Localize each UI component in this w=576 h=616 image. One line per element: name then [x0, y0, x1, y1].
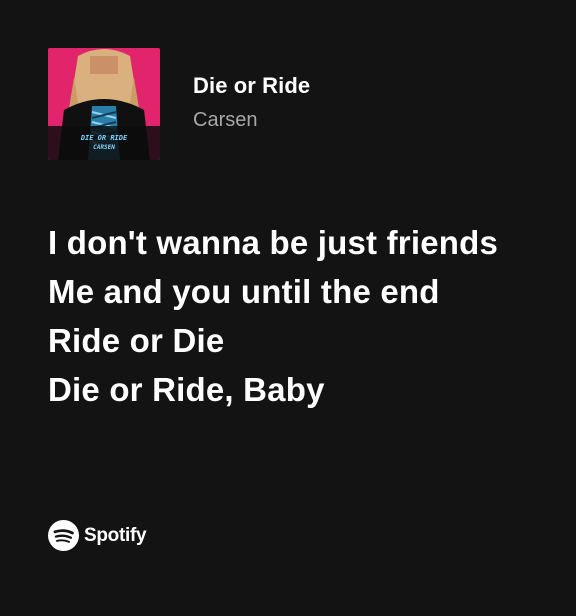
album-cover[interactable]: DIE OR RIDE CARSEN	[48, 48, 160, 160]
lyric-line: I don't wanna be just friends	[48, 224, 499, 261]
spotify-logo-icon	[48, 520, 79, 551]
track-title[interactable]: Die or Ride	[193, 71, 310, 101]
track-artist[interactable]: Carsen	[193, 105, 310, 135]
lyric-line: Die or Ride, Baby	[48, 371, 325, 408]
cover-artist-text: CARSEN	[93, 144, 115, 151]
album-cover-art: DIE OR RIDE CARSEN	[48, 48, 160, 160]
spotify-wordmark: Spotify	[84, 525, 147, 546]
lyric-line: Ride or Die	[48, 322, 225, 359]
lyrics-share-card: DIE OR RIDE CARSEN Die or Ride Carsen I …	[0, 0, 576, 616]
lyrics-block: I don't wanna be just friends Me and you…	[48, 218, 528, 414]
track-meta: Die or Ride Carsen	[193, 71, 310, 135]
track-header: DIE OR RIDE CARSEN Die or Ride Carsen	[48, 48, 310, 160]
spotify-brand[interactable]: Spotify	[48, 520, 147, 551]
cover-title-text: DIE OR RIDE	[80, 134, 128, 142]
lyric-line: Me and you until the end	[48, 273, 440, 310]
